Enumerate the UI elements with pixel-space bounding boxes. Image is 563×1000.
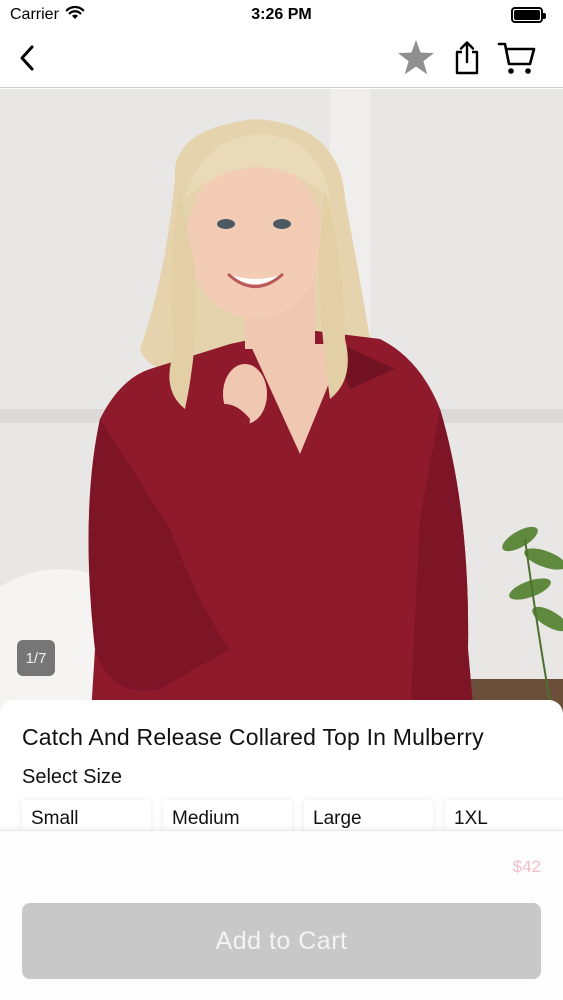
product-price: $42: [512, 857, 541, 876]
wifi-icon: [65, 5, 85, 25]
share-icon: [455, 41, 479, 75]
chevron-left-icon: [20, 45, 34, 71]
nav-bar: [0, 30, 563, 88]
star-icon: [398, 40, 434, 75]
bottom-action-bar: $42 Add to Cart: [0, 830, 563, 1000]
status-bar: Carrier 3:26 PM: [0, 0, 563, 30]
back-button[interactable]: [10, 38, 44, 78]
product-details-sheet: Catch And Release Collared Top In Mulber…: [0, 700, 563, 840]
cart-button[interactable]: [494, 36, 540, 80]
select-size-label: Select Size: [22, 766, 123, 788]
battery-level: [514, 10, 540, 20]
add-to-cart-button[interactable]: Add to Cart: [22, 903, 541, 979]
cart-icon: [497, 42, 536, 74]
carrier-label: Carrier: [10, 6, 59, 23]
product-title: Catch And Release Collared Top In Mulber…: [22, 724, 484, 750]
product-photo-illustration: [0, 89, 563, 729]
share-button[interactable]: [447, 36, 487, 80]
favorite-button[interactable]: [394, 36, 438, 80]
status-left: Carrier: [10, 5, 85, 25]
battery-icon: [511, 7, 546, 23]
product-image[interactable]: 1/7: [0, 89, 563, 729]
image-counter: 1/7: [17, 640, 55, 676]
product-detail-screen: Carrier 3:26 PM 1/7 Catch And Release Co…: [0, 0, 563, 1000]
